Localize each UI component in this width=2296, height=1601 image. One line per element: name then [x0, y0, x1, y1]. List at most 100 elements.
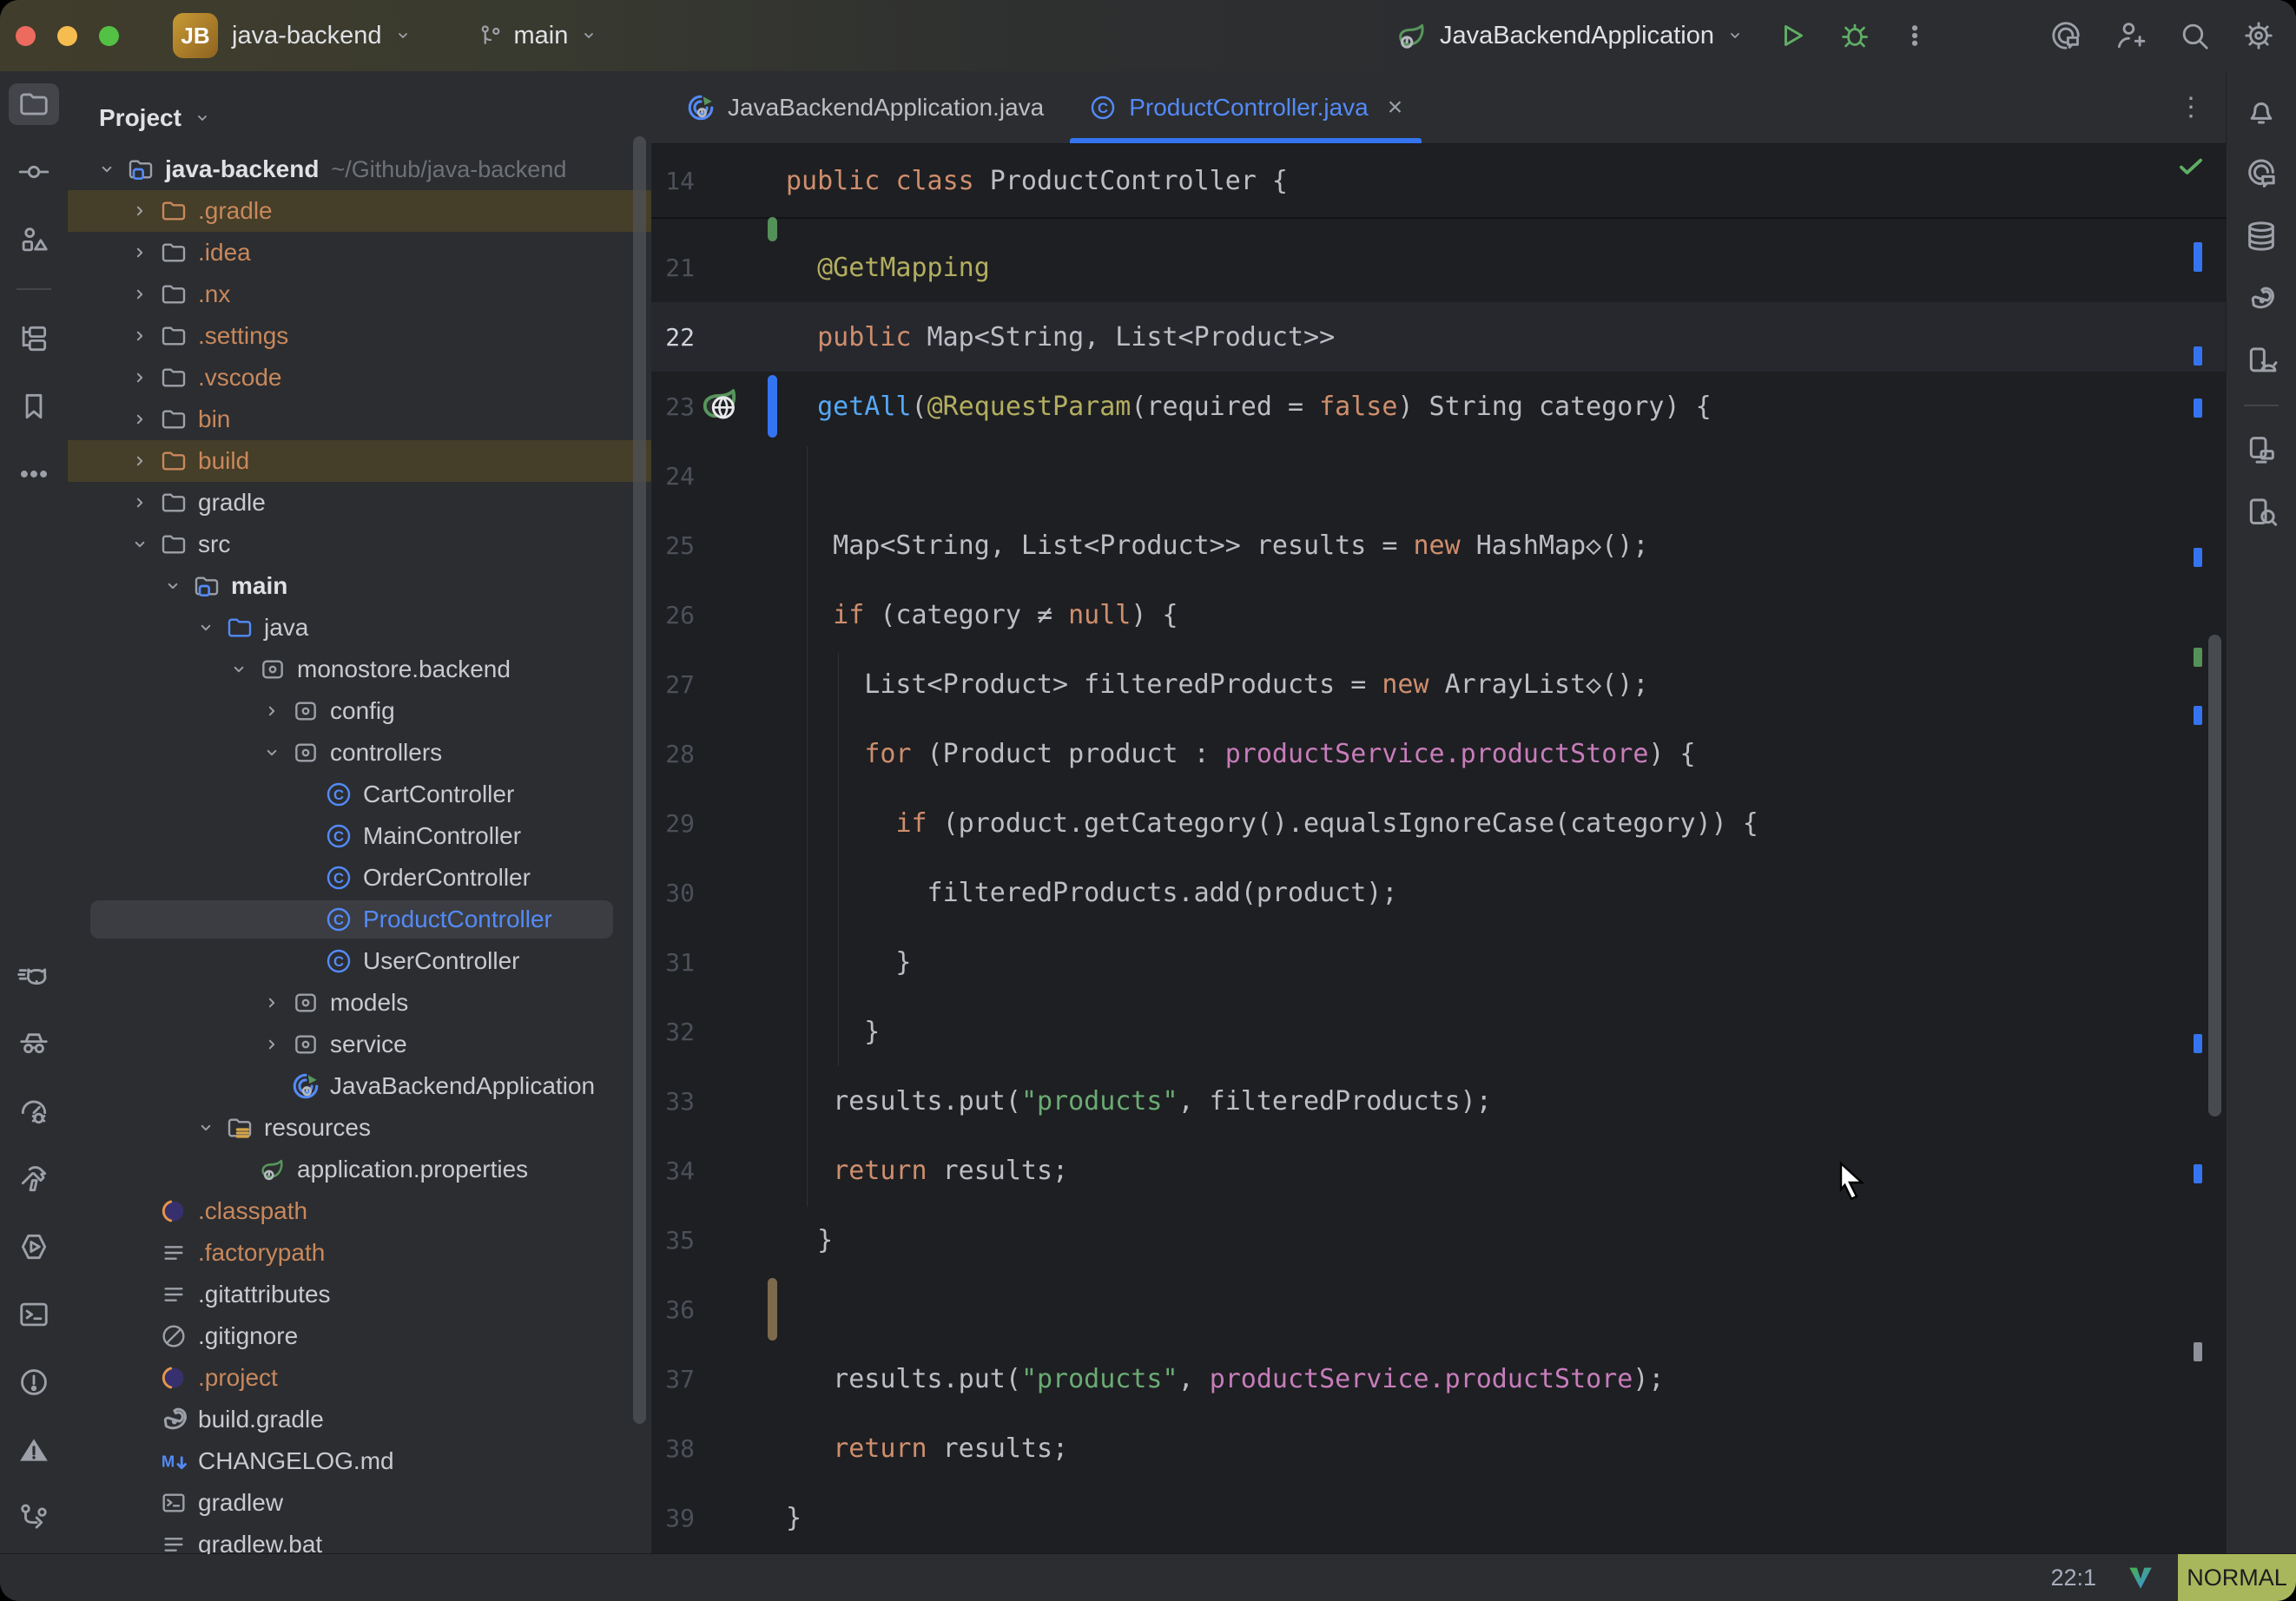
tree-item-gradle[interactable]: gradle: [68, 482, 651, 524]
tool-button-hierarchy[interactable]: [9, 318, 59, 359]
tree-item--project[interactable]: .project: [68, 1357, 651, 1399]
chevron-right-icon[interactable]: [255, 992, 288, 1014]
gutter[interactable]: [695, 511, 786, 580]
gutter[interactable]: [695, 580, 786, 649]
code-line-22[interactable]: 22 public Map<String, List<Product>>: [651, 302, 2227, 372]
tree-item-src[interactable]: src: [68, 524, 651, 565]
tool-button-commit[interactable]: [9, 151, 59, 193]
project-avatar[interactable]: JB: [173, 13, 218, 58]
tool-button-gradle[interactable]: [2236, 278, 2286, 320]
tree-item-controllers[interactable]: controllers: [68, 732, 651, 774]
tool-button-warning[interactable]: [9, 1429, 59, 1471]
tree-item-cartcontroller[interactable]: CCartController: [68, 774, 651, 815]
tree-item-build-gradle[interactable]: build.gradle: [68, 1399, 651, 1440]
tool-button-problems[interactable]: [9, 1361, 59, 1403]
gutter[interactable]: [695, 788, 786, 858]
chevron-down-icon[interactable]: [222, 658, 255, 681]
tree-item--gitattributes[interactable]: .gitattributes: [68, 1274, 651, 1315]
tree-item--factorypath[interactable]: .factorypath: [68, 1232, 651, 1274]
minimize-window-button[interactable]: [57, 26, 77, 46]
tree-item-bin[interactable]: bin: [68, 399, 651, 440]
tool-button-notifications[interactable]: [2236, 90, 2286, 132]
gutter[interactable]: [695, 719, 786, 788]
tool-button-build-hammer[interactable]: [9, 1158, 59, 1200]
gutter[interactable]: [695, 1136, 786, 1205]
gutter[interactable]: [695, 997, 786, 1066]
gutter[interactable]: [695, 1275, 786, 1344]
error-stripe-mark[interactable]: [2194, 648, 2202, 667]
chevron-right-icon[interactable]: [123, 408, 156, 431]
gutter[interactable]: [695, 1413, 786, 1483]
gutter[interactable]: [695, 1066, 786, 1136]
tree-item-javabackendapplication[interactable]: JavaBackendApplication: [68, 1065, 651, 1107]
code-line-31[interactable]: 31 }: [651, 927, 2227, 997]
editor-options-button[interactable]: ⋮: [2178, 71, 2204, 143]
error-stripe-mark[interactable]: [2194, 1164, 2202, 1183]
tree-item--classpath[interactable]: .classpath: [68, 1190, 651, 1232]
tool-button-structure[interactable]: [9, 219, 59, 260]
code-line-35[interactable]: 35 }: [651, 1205, 2227, 1275]
editor-tab-javabackendapplication-java[interactable]: JavaBackendApplication.java: [663, 71, 1066, 143]
tree-item-main[interactable]: main: [68, 565, 651, 607]
tool-button-more[interactable]: [9, 453, 59, 495]
run-configuration-selector[interactable]: JavaBackendApplication: [1395, 18, 1745, 53]
code-line-24[interactable]: 24: [651, 441, 2227, 511]
code-line-27[interactable]: 27 List<Product> filteredProducts = new …: [651, 649, 2227, 719]
tree-item-java-backend[interactable]: java-backend~/Github/java-backend: [68, 148, 651, 190]
caret-position[interactable]: 22:1: [2050, 1565, 2096, 1591]
tool-button-copilot-cat[interactable]: [9, 955, 59, 997]
code-line-34[interactable]: 34 return results;: [651, 1136, 2227, 1205]
gutter[interactable]: [695, 927, 786, 997]
tree-item-ordercontroller[interactable]: COrderController: [68, 857, 651, 899]
tree-item-maincontroller[interactable]: CMainController: [68, 815, 651, 857]
chevron-down-icon[interactable]: [189, 616, 222, 639]
error-stripe-mark[interactable]: [2194, 346, 2202, 366]
inspections-ok-icon[interactable]: [2174, 149, 2207, 187]
code-line-21[interactable]: 21 @GetMapping: [651, 233, 2227, 302]
tree-item-monostore-backend[interactable]: monostore.backend: [68, 649, 651, 690]
chevron-down-icon[interactable]: [156, 575, 189, 597]
run-button[interactable]: [1777, 20, 1808, 51]
editor-tab-productcontroller-java[interactable]: CProductController.java×: [1066, 71, 1425, 143]
tree-item-gradlew-bat[interactable]: gradlew.bat: [68, 1524, 651, 1554]
gutter[interactable]: [695, 649, 786, 719]
branch-selector[interactable]: main: [478, 22, 600, 50]
chevron-right-icon[interactable]: [255, 700, 288, 722]
project-selector[interactable]: java-backend: [232, 22, 413, 50]
tree-item-config[interactable]: config: [68, 690, 651, 732]
tool-button-device-explorer[interactable]: [2236, 491, 2286, 533]
vim-mode-badge[interactable]: NORMAL: [2178, 1554, 2296, 1601]
gutter[interactable]: [695, 302, 786, 372]
code-line-37[interactable]: 37 results.put("products", productServic…: [651, 1344, 2227, 1413]
gutter[interactable]: [695, 1344, 786, 1413]
add-user-button[interactable]: [2114, 19, 2147, 52]
editor-scrollbar[interactable]: [2208, 635, 2221, 1117]
tree-item-productcontroller[interactable]: CProductController: [68, 899, 651, 940]
chevron-right-icon[interactable]: [123, 366, 156, 389]
tool-button-database[interactable]: [2236, 215, 2286, 257]
tree-item--gradle[interactable]: .gradle: [68, 190, 651, 232]
error-stripe-mark[interactable]: [2194, 548, 2202, 567]
close-tab-icon[interactable]: ×: [1388, 93, 1403, 122]
tree-item-resources[interactable]: resources: [68, 1107, 651, 1149]
tool-button-project[interactable]: [9, 83, 59, 125]
tree-item--gitignore[interactable]: .gitignore: [68, 1315, 651, 1357]
tool-button-incognito[interactable]: [9, 1023, 59, 1064]
chevron-right-icon[interactable]: [123, 283, 156, 306]
chevron-right-icon[interactable]: [123, 325, 156, 347]
more-actions-button[interactable]: [1902, 23, 1928, 49]
chevron-right-icon[interactable]: [255, 1033, 288, 1056]
chevron-down-icon[interactable]: [189, 1117, 222, 1139]
tree-item--vscode[interactable]: .vscode: [68, 357, 651, 399]
spring-endpoint-icon[interactable]: [700, 385, 740, 429]
gutter[interactable]: [695, 858, 786, 927]
error-stripe-mark[interactable]: [2194, 706, 2202, 725]
project-panel-header[interactable]: Project: [68, 71, 651, 142]
tree-item-usercontroller[interactable]: CUserController: [68, 940, 651, 982]
gutter[interactable]: [695, 1205, 786, 1275]
vcs-changed-marker[interactable]: [768, 1278, 777, 1341]
project-scrollbar[interactable]: [633, 136, 646, 1424]
tree-item--idea[interactable]: .idea: [68, 232, 651, 273]
tool-button-profiler[interactable]: [9, 1090, 59, 1132]
vcs-modified-marker[interactable]: [768, 375, 777, 438]
